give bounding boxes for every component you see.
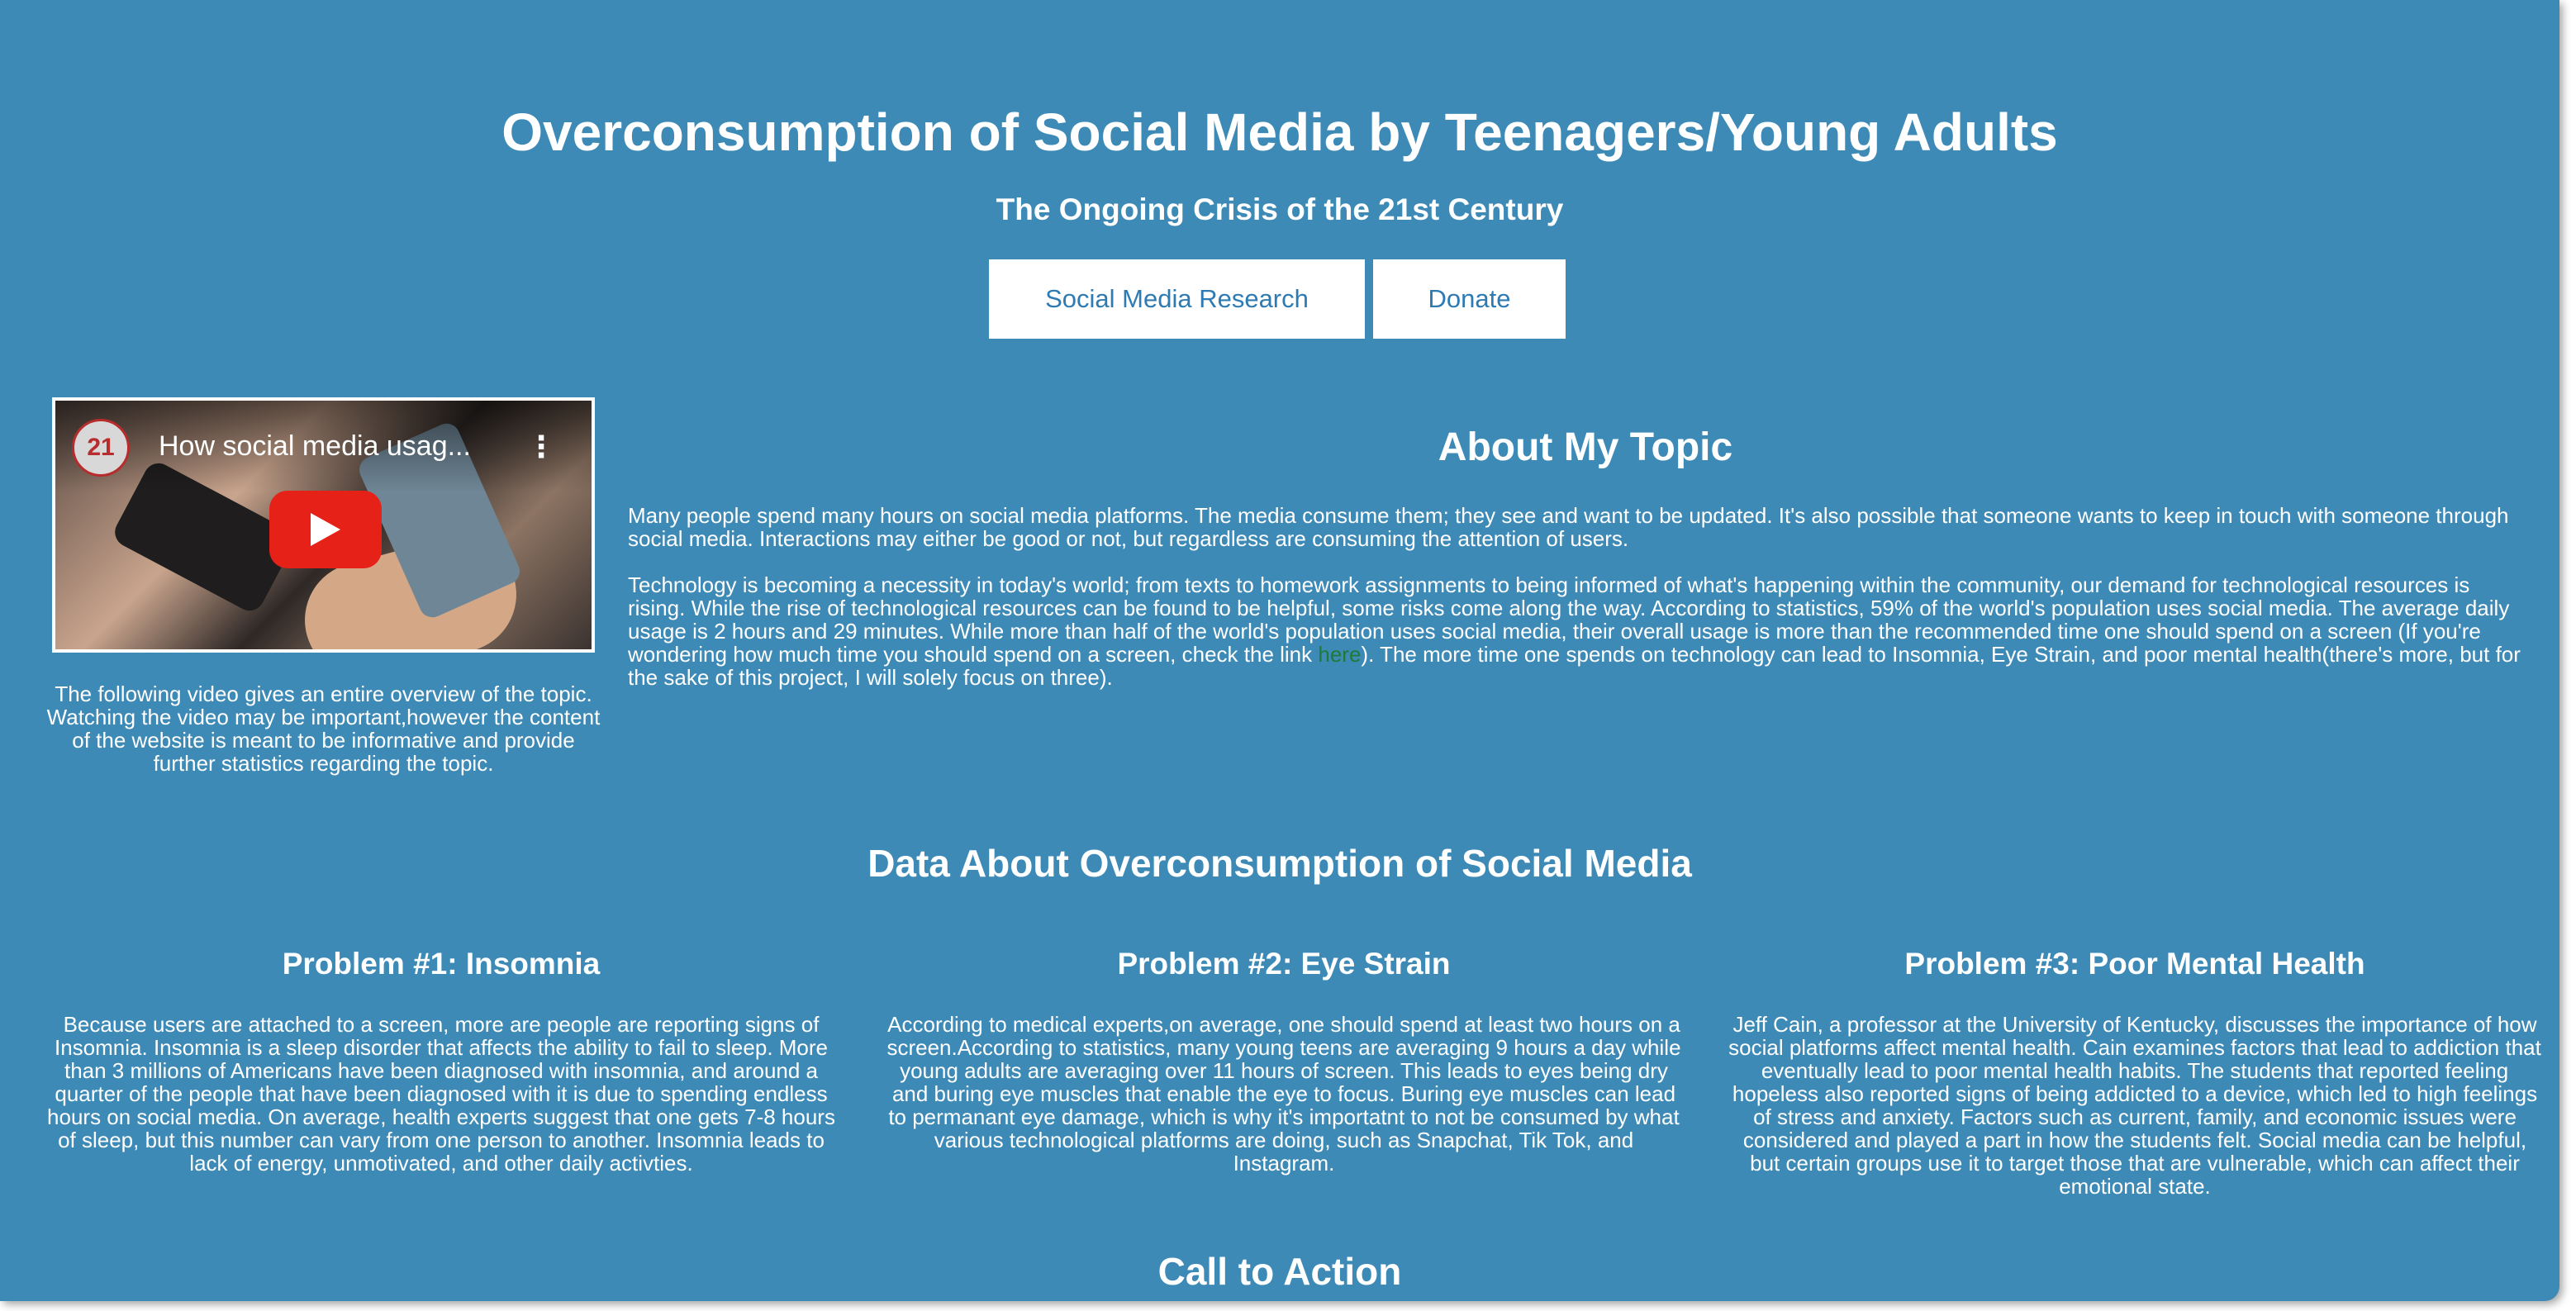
about-paragraph-2: Technology is becoming a necessity in to…: [628, 573, 2528, 689]
call-to-action-title: Call to Action: [1157, 1250, 1402, 1293]
youtube-play-icon[interactable]: [269, 491, 382, 568]
problem-2-title: Problem #2: Eye Strain: [1117, 947, 1451, 981]
play-triangle-icon: [311, 513, 340, 546]
about-title: About My Topic: [1438, 425, 1733, 469]
social-media-research-button[interactable]: Social Media Research: [989, 259, 1365, 339]
video-caption: The following video gives an entire over…: [46, 682, 601, 776]
page-subtitle: The Ongoing Crisis of the 21st Century: [996, 192, 1564, 226]
embedded-video[interactable]: 21 How social media usag... ⋮: [52, 397, 595, 653]
here-link[interactable]: here: [1318, 642, 1361, 667]
problem-3-title: Problem #3: Poor Mental Health: [1904, 947, 2365, 981]
problem-3-text: Jeff Cain, a professor at the University…: [1728, 1012, 2541, 1199]
about-paragraph-1: Many people spend many hours on social m…: [628, 503, 2509, 551]
data-section-title: Data About Overconsumption of Social Med…: [867, 842, 1692, 885]
browser-page: Overconsumption of Social Media by Teena…: [0, 0, 2559, 1301]
channel-logo[interactable]: 21: [72, 419, 130, 477]
video-title[interactable]: How social media usag...: [159, 425, 471, 467]
page-title: Overconsumption of Social Media by Teena…: [501, 102, 2058, 162]
problem-2-text: According to medical experts,on average,…: [886, 1012, 1681, 1176]
donate-button[interactable]: Donate: [1373, 259, 1566, 339]
problem-1-title: Problem #1: Insomnia: [282, 947, 601, 981]
more-vertical-icon[interactable]: ⋮: [526, 430, 556, 463]
problem-1-text: Because users are attached to a screen, …: [47, 1012, 835, 1176]
nav-bar: Social Media Research Donate: [989, 259, 1566, 339]
